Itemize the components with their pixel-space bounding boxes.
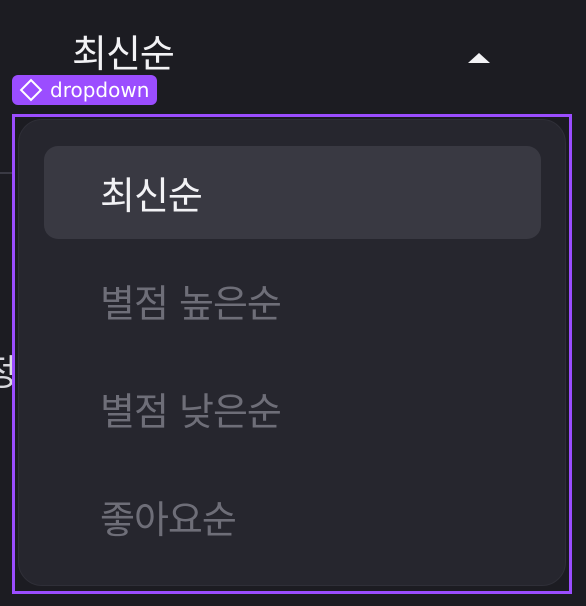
selected-sort-label: 최신순 [72,32,175,76]
diamond-icon [19,78,43,102]
sort-option-label: 별점 낮은순 [100,390,282,434]
caret-up-icon [468,53,490,63]
sort-option-label: 좋아요순 [100,498,237,542]
sort-option-rating-high[interactable]: 별점 높은순 [44,254,541,347]
dropdown-annotation-label: dropdown [50,78,150,102]
sort-dropdown-menu: 최신순 별점 높은순 별점 낮은순 좋아요순 [18,119,566,586]
sort-option-latest[interactable]: 최신순 [44,146,541,239]
sort-option-likes[interactable]: 좋아요순 [44,470,541,563]
dropdown-annotation-tag: dropdown [12,75,158,105]
sort-option-label: 별점 높은순 [100,282,282,326]
divider [0,172,12,174]
sort-option-rating-low[interactable]: 별점 낮은순 [44,362,541,455]
sort-option-label: 최신순 [100,174,203,218]
